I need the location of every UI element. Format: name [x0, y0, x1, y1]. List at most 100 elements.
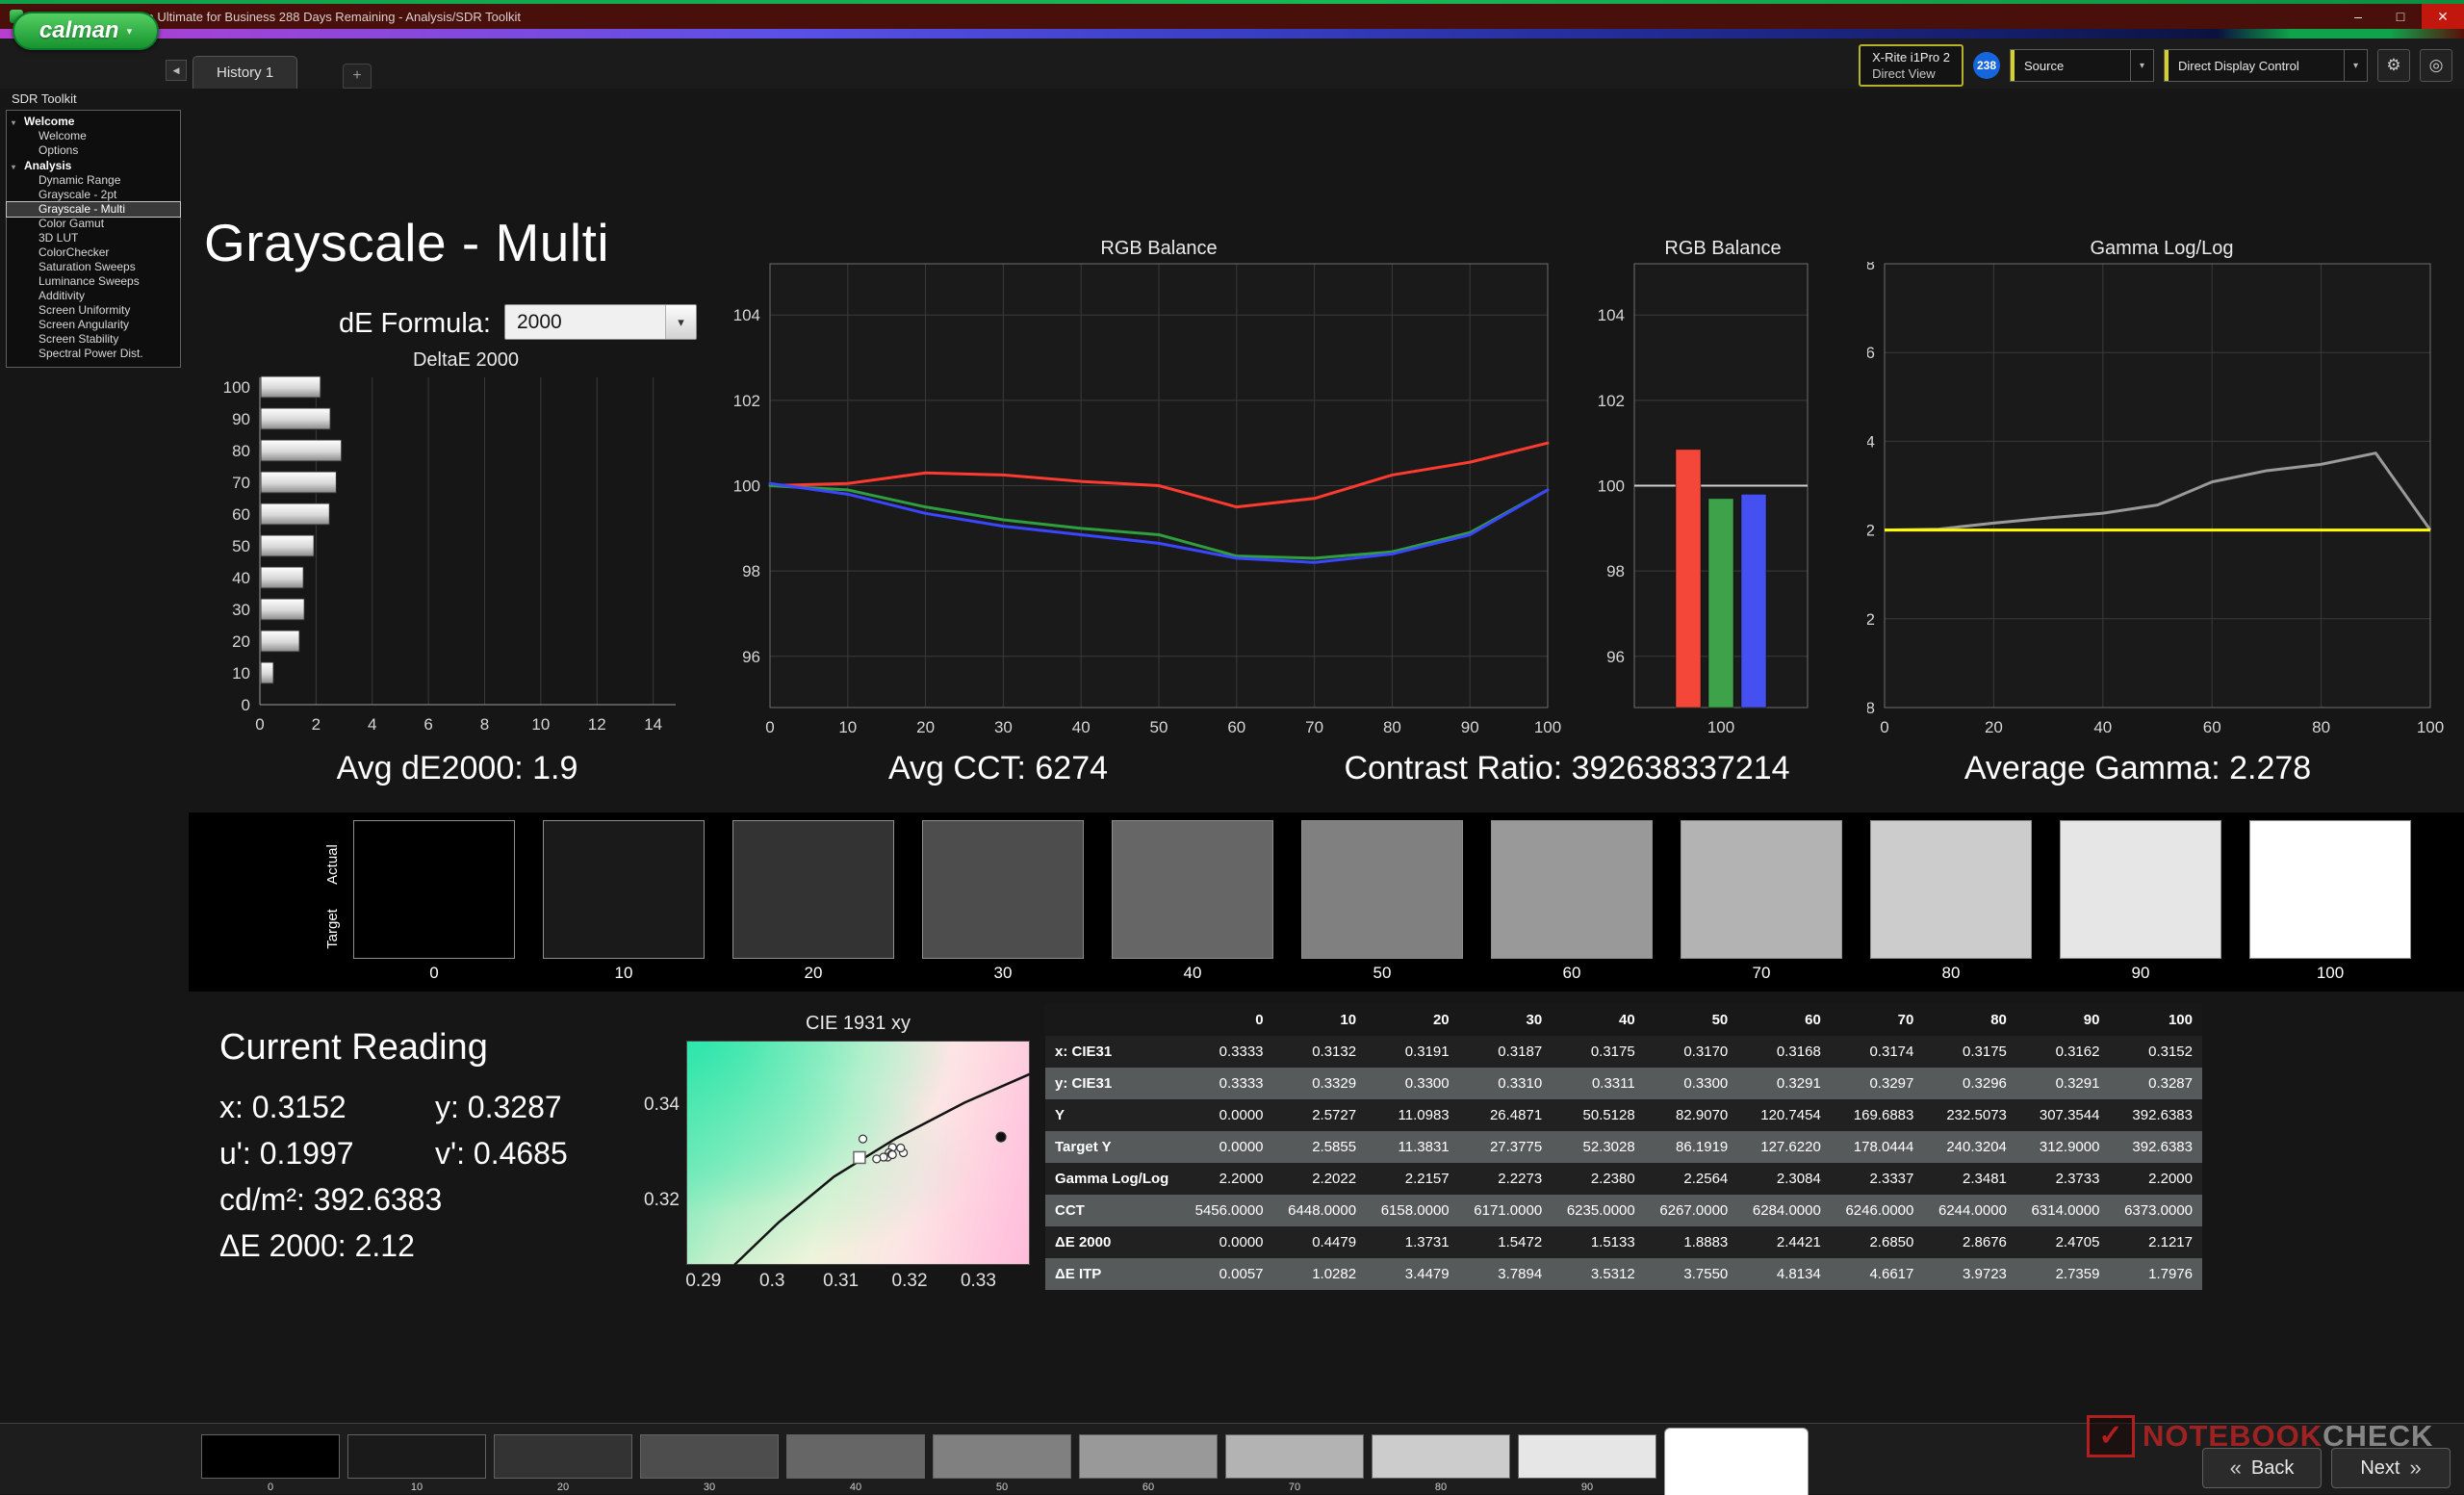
chevron-down-icon: ▾ [2344, 50, 2367, 81]
sidebar-item-grayscale-2pt[interactable]: Grayscale - 2pt [7, 188, 180, 202]
rgb-balance-bars-title: RGB Balance [1664, 238, 1782, 259]
meter-selector[interactable]: X-Rite i1Pro 2 Direct View [1859, 44, 1964, 87]
svg-text:50: 50 [1150, 718, 1168, 736]
next-button[interactable]: Next » [2331, 1448, 2451, 1488]
table-cell: 0.3291 [1737, 1068, 1831, 1099]
strip-swatch-0 [353, 820, 515, 959]
sidebar-item-luminance-sweeps[interactable]: Luminance Sweeps [7, 274, 180, 289]
table-cell: 2.3481 [1923, 1163, 2016, 1195]
table-header-50: 50 [1644, 1004, 1738, 1036]
table-cell: 2.2380 [1552, 1163, 1645, 1195]
svg-text:0: 0 [255, 715, 264, 734]
sidebar-item-additivity[interactable]: Additivity [7, 289, 180, 303]
table-cell: 2.6850 [1830, 1226, 1924, 1258]
meter-count-badge[interactable]: 238 [1973, 52, 2000, 79]
level-tab-30[interactable] [640, 1434, 779, 1479]
table-cell: 2.1217 [2109, 1226, 2202, 1258]
table-header-60: 60 [1737, 1004, 1831, 1036]
sidebar-item-screen-stability[interactable]: Screen Stability [7, 332, 180, 347]
add-tab-button[interactable]: + [343, 64, 372, 89]
sidebar-group-welcome[interactable]: ▾ Welcome [7, 114, 180, 129]
svg-text:2: 2 [312, 715, 321, 734]
page-title: Grayscale - Multi [204, 213, 610, 272]
sidebar-item-colorchecker[interactable]: ColorChecker [7, 245, 180, 260]
table-cell: 312.9000 [2015, 1131, 2110, 1163]
svg-text:20: 20 [232, 632, 250, 651]
level-tab-10[interactable] [347, 1434, 486, 1479]
deltae-chart-title: DeltaE 2000 [412, 349, 520, 371]
contrast-ratio-stat: Contrast Ratio: 392638337214 [1344, 750, 1790, 786]
level-tab-0[interactable] [201, 1434, 340, 1479]
svg-text:20: 20 [1985, 718, 2003, 736]
level-tab-label-90: 90 [1580, 1482, 1594, 1493]
table-cell: 2.2022 [1272, 1163, 1367, 1195]
level-tab-70[interactable] [1225, 1434, 1364, 1479]
strip-swatch-100 [2249, 820, 2411, 959]
calman-logo-text: calman [38, 17, 119, 43]
sidebar-item-saturation-sweeps[interactable]: Saturation Sweeps [7, 260, 180, 274]
table-cell: 0.0057 [1180, 1258, 1273, 1290]
maximize-button[interactable]: □ [2379, 4, 2422, 29]
sidebar-item-3d-lut[interactable]: 3D LUT [7, 231, 180, 245]
cie-y-tick-0.32: 0.32 [644, 1190, 680, 1211]
settings-gear-button[interactable]: ⚙ [2377, 49, 2410, 82]
level-tab-20[interactable] [494, 1434, 632, 1479]
de-formula-dropdown[interactable]: 2000 ▾ [504, 304, 697, 340]
sidebar-item-screen-uniformity[interactable]: Screen Uniformity [7, 303, 180, 318]
table-cell: 0.3333 [1180, 1068, 1273, 1099]
table-row-label-cct: CCT [1045, 1195, 1180, 1226]
sidebar-item-grayscale-multi[interactable]: Grayscale - Multi [6, 201, 181, 218]
rgb-balance-line-chart: RGB Balance 96 98 100 102 104 0 10 20 30 40 50 60 70… [722, 237, 1569, 747]
level-tab-90[interactable] [1518, 1434, 1656, 1479]
table-cell: 2.2273 [1458, 1163, 1553, 1195]
table-cell: 0.3333 [1180, 1036, 1273, 1068]
level-tab-40[interactable] [786, 1434, 925, 1479]
source-dropdown[interactable]: Source ▾ [2010, 49, 2154, 82]
strip-swatch-label-100: 100 [2316, 964, 2345, 982]
level-tab-80[interactable] [1372, 1434, 1510, 1479]
strip-swatch-90 [2060, 820, 2221, 959]
target-crosshair-button[interactable]: ◎ [2420, 49, 2452, 82]
sidebar-item-options[interactable]: Options [7, 143, 180, 158]
sidebar-group-analysis[interactable]: ▾ Analysis [7, 158, 180, 173]
svg-text:8: 8 [480, 715, 489, 734]
strip-swatch-label-50: 50 [1373, 964, 1392, 982]
sidebar-item-color-gamut[interactable]: Color Gamut [7, 217, 180, 231]
sidebar-item-spectral-power-dist[interactable]: Spectral Power Dist. [7, 347, 180, 361]
back-button[interactable]: « Back [2202, 1448, 2322, 1488]
tab-history-1[interactable]: History 1 [192, 56, 298, 89]
minimize-button[interactable]: – [2337, 4, 2379, 29]
sidebar-item-screen-angularity[interactable]: Screen Angularity [7, 318, 180, 332]
table-cell: 120.7454 [1737, 1099, 1831, 1131]
table-cell: 82.9070 [1644, 1099, 1738, 1131]
level-tab-100[interactable] [1664, 1428, 1809, 1495]
sidebar-collapse-button[interactable]: ◀ [166, 60, 187, 81]
calman-logo-menu[interactable]: calman ▾ [13, 12, 159, 50]
level-tab-60[interactable] [1079, 1434, 1218, 1479]
de-formula-value: 2000 [517, 310, 562, 333]
table-cell: 52.3028 [1552, 1131, 1645, 1163]
sidebar-item-dynamic-range[interactable]: Dynamic Range [7, 173, 180, 188]
table-header-40: 40 [1552, 1004, 1645, 1036]
table-cell: 11.0983 [1366, 1099, 1459, 1131]
table-cell: 6158.0000 [1366, 1195, 1459, 1226]
table-cell: 2.8676 [1923, 1226, 2016, 1258]
svg-text:100: 100 [2417, 718, 2444, 736]
sidebar-tree: ▾ Welcome Welcome Options ▾ Analysis Dynamic R… [6, 110, 181, 368]
level-tab-50[interactable] [933, 1434, 1071, 1479]
close-button[interactable]: ✕ [2422, 4, 2464, 29]
svg-text:40: 40 [1072, 718, 1091, 736]
sidebar-item-welcome[interactable]: Welcome [7, 129, 180, 143]
table-cell: 6246.0000 [1830, 1195, 1924, 1226]
sidebar-header: SDR Toolkit [12, 91, 77, 106]
titlebar: Calman 2025 Calman Ultimate for Business… [0, 4, 2464, 29]
svg-text:30: 30 [232, 601, 250, 619]
table-cell: 6284.0000 [1737, 1195, 1831, 1226]
svg-text:2.6: 2.6 [1867, 344, 1875, 362]
svg-text:0: 0 [1880, 718, 1888, 736]
display-control-dropdown[interactable]: Direct Display Control ▾ [2164, 49, 2368, 82]
table-cell: 0.3174 [1830, 1036, 1924, 1068]
table-cell: 0.3310 [1458, 1068, 1553, 1099]
svg-text:20: 20 [916, 718, 935, 736]
table-cell: 3.7894 [1458, 1258, 1553, 1290]
